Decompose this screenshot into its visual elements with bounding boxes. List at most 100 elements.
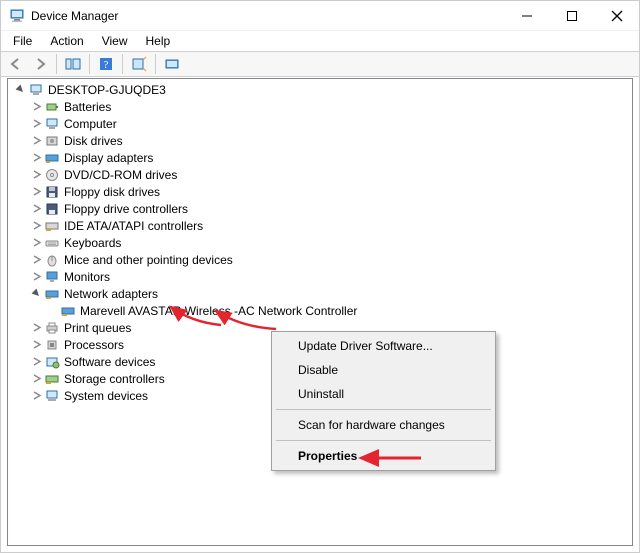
expander-closed-icon[interactable]	[28, 269, 44, 285]
context-menu-separator	[276, 409, 491, 410]
tree-root[interactable]: DESKTOP-GJUQDE3	[10, 81, 630, 98]
toolbar-separator	[155, 54, 156, 74]
window-title: Device Manager	[31, 9, 504, 23]
expander-closed-icon[interactable]	[28, 320, 44, 336]
tree-item-label: Network adapters	[64, 287, 158, 301]
context-menu-separator	[276, 440, 491, 441]
minimize-button[interactable]	[504, 1, 549, 31]
tree-item-label: Marevell AVASTAR Wireless -AC Network Co…	[80, 304, 357, 318]
help-button[interactable]: ?	[95, 53, 117, 75]
expander-closed-icon[interactable]	[28, 388, 44, 404]
context-menu-update-driver[interactable]: Update Driver Software...	[274, 334, 493, 358]
system-device-icon	[44, 388, 60, 404]
tree-item-label: Display adapters	[64, 151, 153, 165]
toolbar-separator	[122, 54, 123, 74]
tree-item-label: Disk drives	[64, 134, 123, 148]
tree-item-label: Floppy drive controllers	[64, 202, 188, 216]
printer-icon	[44, 320, 60, 336]
context-menu-properties[interactable]: Properties	[274, 444, 493, 468]
battery-icon	[44, 99, 60, 115]
expander-open-icon[interactable]	[12, 82, 28, 98]
processor-icon	[44, 337, 60, 353]
dvd-icon	[44, 167, 60, 183]
menu-file[interactable]: File	[5, 33, 40, 49]
titlebar: Device Manager	[1, 1, 639, 31]
tree-item-label: Batteries	[64, 100, 111, 114]
expander-closed-icon[interactable]	[28, 133, 44, 149]
expander-closed-icon[interactable]	[28, 371, 44, 387]
tree-item-nic-marvell[interactable]: Marevell AVASTAR Wireless -AC Network Co…	[10, 302, 630, 319]
tree-item-label: Print queues	[64, 321, 131, 335]
expander-closed-icon[interactable]	[28, 235, 44, 251]
context-menu-scan[interactable]: Scan for hardware changes	[274, 413, 493, 437]
menu-view[interactable]: View	[94, 33, 136, 49]
tree-item-computer[interactable]: Computer	[10, 115, 630, 132]
svg-text:?: ?	[104, 59, 109, 71]
network-adapter-icon	[60, 303, 76, 319]
tree-item-label: Processors	[64, 338, 124, 352]
tree-item-mice[interactable]: Mice and other pointing devices	[10, 251, 630, 268]
expander-closed-icon[interactable]	[28, 252, 44, 268]
expander-closed-icon[interactable]	[28, 116, 44, 132]
tree-item-label: Computer	[64, 117, 117, 131]
computer-icon	[28, 82, 44, 98]
device-tree[interactable]: DESKTOP-GJUQDE3 Batteries Computer Disk …	[7, 78, 633, 546]
expander-closed-icon[interactable]	[28, 167, 44, 183]
tree-root-label: DESKTOP-GJUQDE3	[48, 83, 166, 97]
disk-icon	[44, 133, 60, 149]
toolbar: ?	[1, 51, 639, 77]
storage-controller-icon	[44, 371, 60, 387]
ide-icon	[44, 218, 60, 234]
tree-item-label: Mice and other pointing devices	[64, 253, 233, 267]
floppy-icon	[44, 184, 60, 200]
tree-item-floppy-controllers[interactable]: Floppy drive controllers	[10, 200, 630, 217]
monitor-icon	[44, 269, 60, 285]
context-menu-uninstall[interactable]: Uninstall	[274, 382, 493, 406]
expander-closed-icon[interactable]	[28, 337, 44, 353]
toolbar-separator	[89, 54, 90, 74]
tree-item-label: Software devices	[64, 355, 155, 369]
keyboard-icon	[44, 235, 60, 251]
tree-item-network-adapters[interactable]: Network adapters	[10, 285, 630, 302]
tree-item-label: Floppy disk drives	[64, 185, 160, 199]
tree-item-batteries[interactable]: Batteries	[10, 98, 630, 115]
computer-icon	[44, 116, 60, 132]
expander-closed-icon[interactable]	[28, 99, 44, 115]
tree-item-dvd[interactable]: DVD/CD-ROM drives	[10, 166, 630, 183]
software-device-icon	[44, 354, 60, 370]
tree-item-keyboards[interactable]: Keyboards	[10, 234, 630, 251]
show-hide-tree-button[interactable]	[62, 53, 84, 75]
device-manager-icon	[9, 8, 25, 24]
tree-item-label: DVD/CD-ROM drives	[64, 168, 177, 182]
tree-item-floppy-disk[interactable]: Floppy disk drives	[10, 183, 630, 200]
forward-button[interactable]	[29, 53, 51, 75]
menu-action[interactable]: Action	[42, 33, 91, 49]
tree-item-ide[interactable]: IDE ATA/ATAPI controllers	[10, 217, 630, 234]
menu-help[interactable]: Help	[138, 33, 179, 49]
maximize-button[interactable]	[549, 1, 594, 31]
view-devices-button[interactable]	[161, 53, 183, 75]
display-adapter-icon	[44, 150, 60, 166]
network-adapter-icon	[44, 286, 60, 302]
expander-closed-icon[interactable]	[28, 218, 44, 234]
expander-closed-icon[interactable]	[28, 150, 44, 166]
back-button[interactable]	[5, 53, 27, 75]
expander-closed-icon[interactable]	[28, 184, 44, 200]
tree-item-display-adapters[interactable]: Display adapters	[10, 149, 630, 166]
context-menu-disable[interactable]: Disable	[274, 358, 493, 382]
mouse-icon	[44, 252, 60, 268]
floppy-controller-icon	[44, 201, 60, 217]
expander-closed-icon[interactable]	[28, 354, 44, 370]
close-button[interactable]	[594, 1, 639, 31]
tree-item-monitors[interactable]: Monitors	[10, 268, 630, 285]
toolbar-separator	[56, 54, 57, 74]
tree-item-label: System devices	[64, 389, 148, 403]
context-menu: Update Driver Software... Disable Uninst…	[271, 331, 496, 471]
tree-item-disk-drives[interactable]: Disk drives	[10, 132, 630, 149]
expander-closed-icon[interactable]	[28, 201, 44, 217]
scan-hardware-button[interactable]	[128, 53, 150, 75]
expander-open-icon[interactable]	[28, 286, 44, 302]
tree-item-label: IDE ATA/ATAPI controllers	[64, 219, 203, 233]
tree-item-label: Keyboards	[64, 236, 121, 250]
tree-item-label: Monitors	[64, 270, 110, 284]
